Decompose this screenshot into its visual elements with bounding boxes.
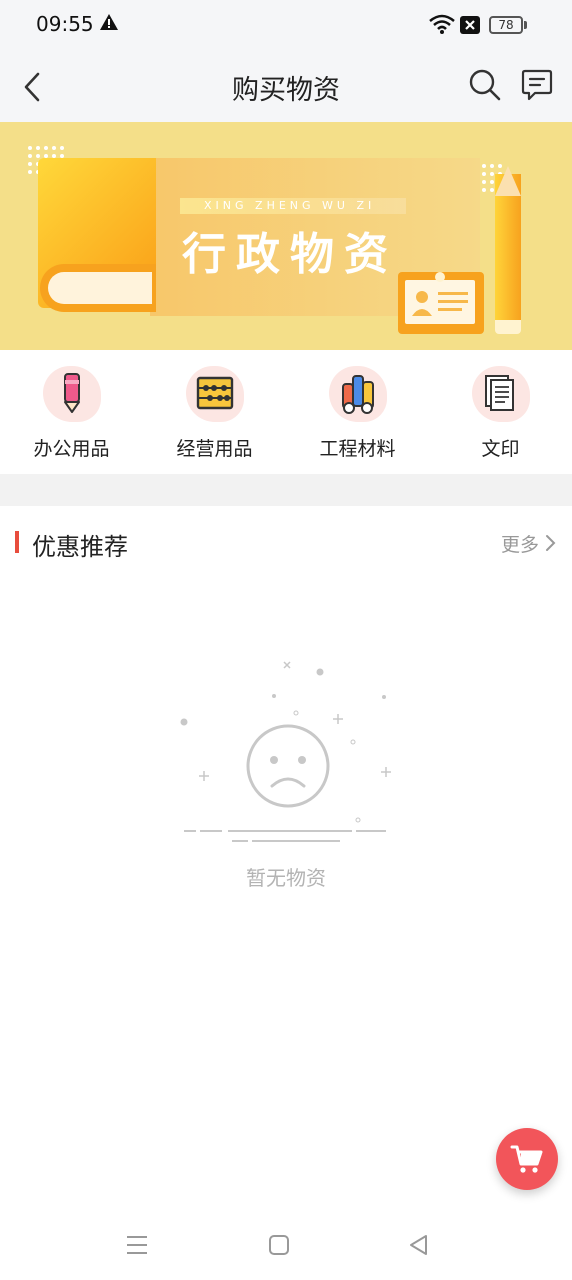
banner-title: 行政物资 [182, 229, 398, 280]
category-engineering-materials[interactable]: 工程材料 [286, 350, 429, 474]
category-business-supplies[interactable]: 经营用品 [143, 350, 286, 474]
book-pages-inner [48, 272, 152, 304]
back-triangle-icon[interactable] [408, 1234, 430, 1256]
id-badge-icon [412, 291, 468, 316]
cart-icon [510, 1145, 543, 1173]
pencil-icon [64, 373, 80, 413]
search-icon[interactable] [468, 68, 502, 102]
cart-button[interactable] [496, 1128, 558, 1190]
empty-state-text: 暂无物资 [246, 866, 326, 890]
status-time: 09:55 [36, 12, 94, 36]
promo-banner[interactable]: XING ZHENG WU ZI 行政物资 [0, 122, 572, 350]
wifi-icon [429, 14, 455, 34]
category-label: 经营用品 [176, 438, 253, 460]
section-accent-bar [15, 531, 19, 553]
pencil-tip [495, 166, 521, 196]
category-printing[interactable]: 文印 [429, 350, 572, 474]
abacus-icon [196, 376, 234, 410]
materials-icon [342, 375, 374, 414]
more-link[interactable]: 更多 [501, 530, 539, 557]
warning-icon [100, 14, 118, 30]
banner-subtitle: XING ZHENG WU ZI [180, 198, 406, 214]
section-title: 优惠推荐 [32, 533, 128, 561]
battery-indicator: 78 [489, 16, 523, 34]
category-label: 文印 [481, 438, 520, 460]
badge-hole [435, 272, 445, 282]
chevron-right-icon[interactable] [545, 534, 557, 552]
category-grid: 办公用品 经营用品 工程材料 文印 [0, 350, 572, 474]
id-badge-inner [405, 280, 475, 324]
pencil-end [495, 320, 521, 334]
category-office-supplies[interactable]: 办公用品 [0, 350, 143, 474]
menu-icon[interactable] [126, 1234, 148, 1256]
documents-icon [485, 375, 514, 411]
category-label: 工程材料 [319, 438, 396, 460]
section-divider [0, 474, 572, 506]
category-label: 办公用品 [33, 438, 110, 460]
pencil-illustration [495, 174, 521, 330]
top-nav-bar: 购买物资 [0, 52, 572, 122]
empty-state-sad-face-icon [180, 661, 391, 842]
no-sim-icon [460, 16, 480, 34]
battery-tip [524, 21, 527, 29]
message-icon[interactable] [521, 68, 553, 102]
system-nav-bar [0, 1218, 572, 1280]
home-icon[interactable] [268, 1234, 290, 1256]
status-bar: 09:55 78 [0, 0, 572, 52]
